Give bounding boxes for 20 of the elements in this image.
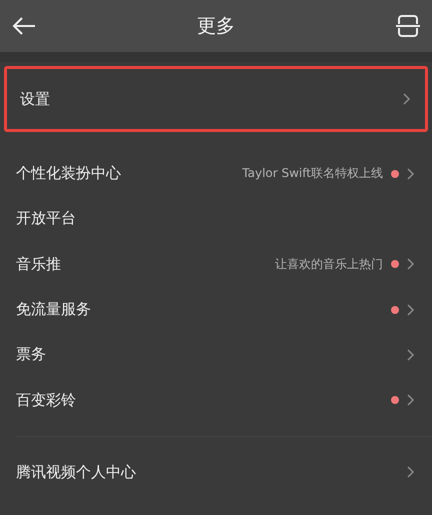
item-label: 百变彩铃 <box>16 390 77 410</box>
menu-item[interactable]: 个性化装扮中心 Taylor Swift联名特权上线 <box>3 151 429 196</box>
menu-item[interactable]: 百变彩铃 <box>3 377 429 423</box>
menu-item[interactable]: 腾讯视频个人中心 <box>3 450 429 496</box>
item-label: 免流量服务 <box>16 300 92 320</box>
scan-button[interactable] <box>394 12 422 40</box>
menu-item[interactable]: 票务 <box>3 332 429 378</box>
menu-item[interactable]: 设置 <box>7 69 425 129</box>
menu-item[interactable]: 免流量服务 <box>3 286 429 332</box>
menu-item[interactable]: 音乐推 让喜欢的音乐上热门 <box>3 242 429 287</box>
item-label: 票务 <box>16 345 47 364</box>
item-label: 个性化装扮中心 <box>16 164 122 184</box>
item-label: 设置 <box>20 90 51 108</box>
item-hint: 让喜欢的音乐上热门 <box>275 256 383 273</box>
menu-item[interactable]: 开放平台 <box>3 196 429 242</box>
page-title: 更多 <box>197 14 235 39</box>
item-hint: Taylor Swift联名特权上线 <box>242 165 383 182</box>
item-label: 腾讯视频个人中心 <box>16 462 137 482</box>
item-label: 开放平台 <box>16 209 77 228</box>
item-label: 音乐推 <box>16 254 62 274</box>
